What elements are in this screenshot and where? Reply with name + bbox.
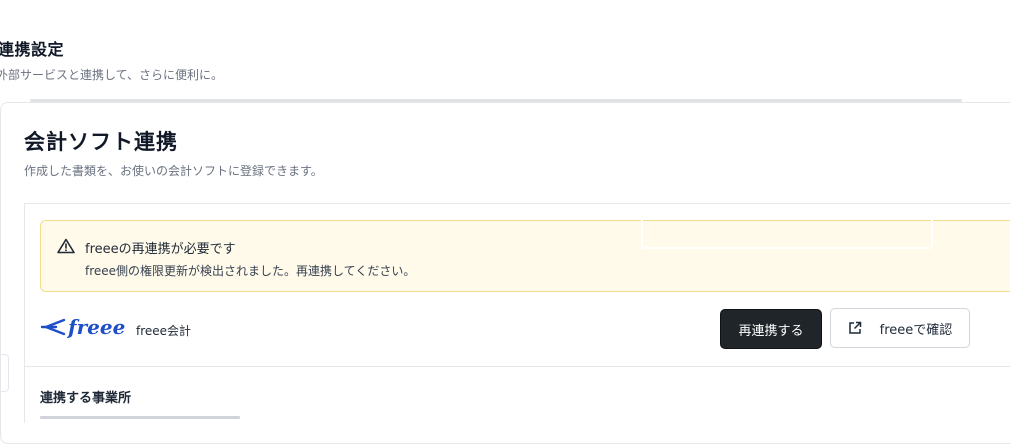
alert-title: freeeの再連携が必要です xyxy=(85,242,236,257)
alert-overlay xyxy=(641,207,933,249)
linked-office-heading: 連携する事業所 xyxy=(40,391,132,406)
page-title: 連携設定 xyxy=(0,40,65,59)
freee-bird-icon xyxy=(40,318,66,336)
integration-name: freee会計 xyxy=(136,324,192,338)
section-description: 作成した書類を、お使いの会計ソフトに登録できます。 xyxy=(24,164,323,178)
integration-row: freee freee会計 再連携する freeeで確認 xyxy=(40,306,970,352)
page-subtitle: 外部サービスと連携して、さらに便利に。 xyxy=(0,68,224,82)
open-in-freee-label: freeeで確認 xyxy=(879,322,953,338)
office-row-partial xyxy=(40,412,300,420)
divider xyxy=(24,203,1010,204)
page-header: 連携設定 外部サービスと連携して、さらに便利に。 xyxy=(0,36,223,83)
reconnect-button-label: 再連携する xyxy=(738,323,804,339)
warning-alert: freeeの再連携が必要です freee側の権限更新が検出されました。再連携して… xyxy=(40,207,1010,292)
freee-logo-text: freee xyxy=(68,315,126,339)
divider xyxy=(24,366,1010,367)
freee-logo: freee xyxy=(40,312,125,342)
reconnect-button[interactable]: 再連携する xyxy=(720,309,822,349)
alert-message: freee側の権限更新が検出されました。再連携してください。 xyxy=(85,264,416,278)
side-tab xyxy=(0,354,9,392)
section-title: 会計ソフト連携 xyxy=(24,130,178,154)
warning-triangle-icon xyxy=(57,238,75,254)
open-in-freee-button[interactable]: freeeで確認 xyxy=(830,308,970,348)
panel-edge xyxy=(24,203,25,423)
external-link-icon xyxy=(848,321,861,334)
